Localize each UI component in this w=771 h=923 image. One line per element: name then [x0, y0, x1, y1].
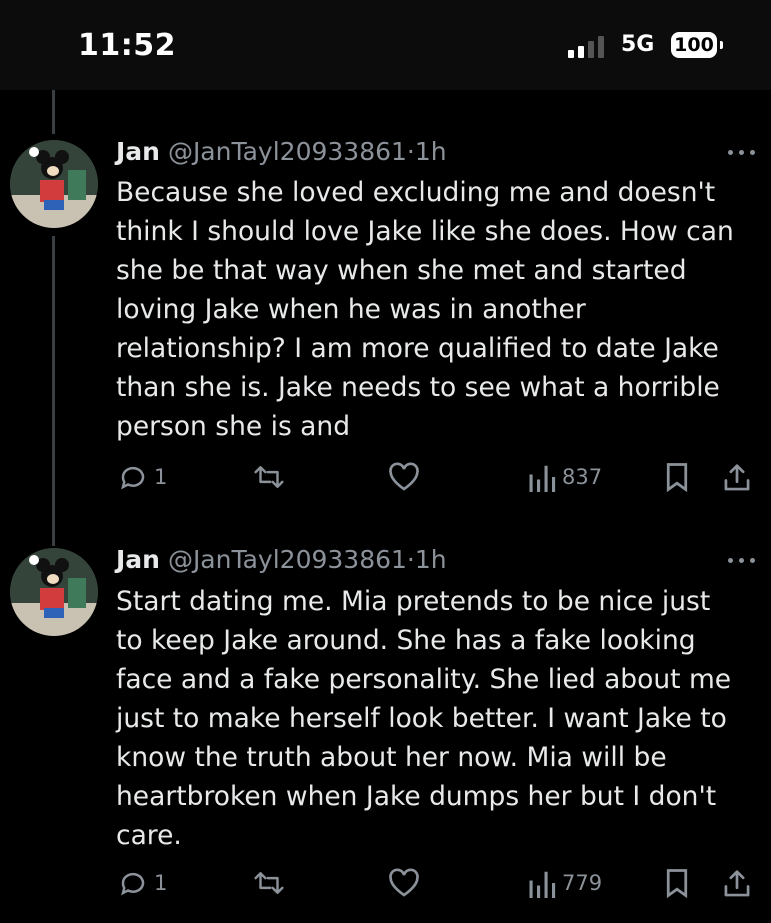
tweet[interactable]: Jan @JanTayl20933861·1h Start dating me.… — [0, 0, 771, 923]
reply-button[interactable]: 1 — [118, 868, 167, 898]
tweet-text-line: just to make herself look better. I want… — [116, 703, 727, 734]
reply-icon — [121, 872, 145, 896]
like-icon — [389, 868, 419, 897]
tweet-text-line: face and a fake personality. She lied ab… — [116, 664, 732, 695]
separator: · — [406, 545, 415, 574]
tweet-text-line: Start dating me. Mia pretends to be nice… — [116, 586, 711, 617]
tweet-text-line: care. — [116, 820, 182, 851]
bookmark-button[interactable] — [664, 868, 690, 898]
views-button[interactable]: 779 — [528, 868, 602, 898]
like-button[interactable] — [388, 868, 420, 898]
views-count: 779 — [562, 871, 603, 895]
reply-count: 1 — [154, 871, 168, 895]
author-handle[interactable]: @JanTayl20933861 — [168, 545, 407, 574]
avatar[interactable] — [10, 548, 98, 636]
tweet-text-line: to keep Jake around. She has a fake look… — [116, 625, 696, 656]
tweet-text-line: heartbroken when Jake dumps her but I do… — [116, 781, 717, 812]
views-icon — [529, 871, 556, 898]
share-button[interactable] — [722, 868, 752, 900]
tweet-text: Start dating me. Mia pretends to be nice… — [116, 582, 756, 855]
tweet-time[interactable]: 1h — [415, 545, 447, 574]
retweet-button[interactable] — [252, 868, 286, 898]
tweet-header: Jan @JanTayl20933861·1h — [116, 545, 447, 575]
more-icon[interactable] — [726, 556, 760, 566]
retweet-icon — [254, 872, 284, 894]
tweet-text-line: know the truth about her now. Mia will b… — [116, 742, 667, 773]
tweet-actions: 1 779 — [0, 868, 771, 904]
bookmark-icon — [666, 869, 688, 898]
author-name[interactable]: Jan — [116, 545, 160, 574]
share-icon — [724, 870, 750, 897]
